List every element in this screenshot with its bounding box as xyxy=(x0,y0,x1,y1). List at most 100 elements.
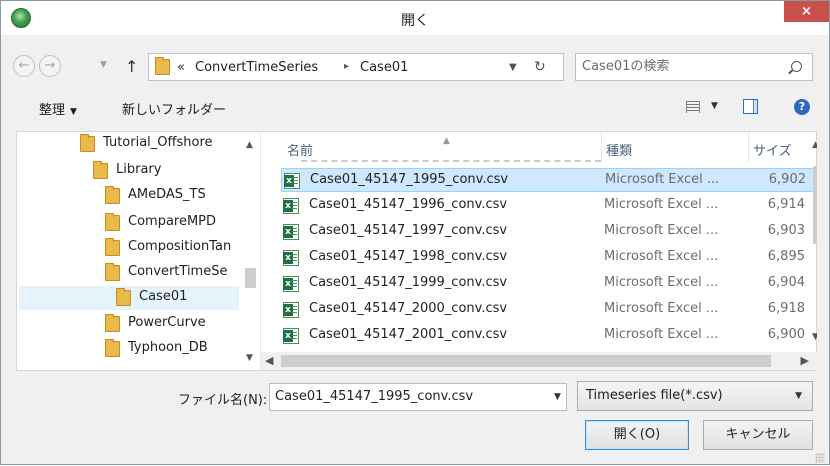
title-bar: 開く × xyxy=(1,1,829,35)
tree-item-label: ConvertTimeSe xyxy=(128,264,228,279)
folder-icon xyxy=(105,186,120,204)
navigation-pane: Tutorial_Offshore Library AMeDAS_TS Comp… xyxy=(17,132,260,370)
tree-item-tutorial-offshore[interactable]: Tutorial_Offshore xyxy=(80,132,240,156)
folder-icon xyxy=(80,134,95,152)
chevron-up-icon[interactable]: ▲ xyxy=(812,140,817,150)
scrollbar-thumb[interactable] xyxy=(245,268,256,288)
file-name: Case01_45147_2000_conv.csv xyxy=(309,301,508,316)
cancel-button[interactable]: キャンセル xyxy=(703,420,813,450)
chevron-down-icon[interactable]: ▼ xyxy=(246,353,253,363)
breadcrumb-case01[interactable]: Case01 xyxy=(360,60,408,75)
file-name: Case01_45147_1999_conv.csv xyxy=(309,275,508,290)
column-header-name[interactable]: 名前 xyxy=(287,140,313,159)
excel-file-icon xyxy=(283,328,299,344)
resize-grip[interactable] xyxy=(815,453,825,463)
chevron-left-icon[interactable]: ◀ xyxy=(265,354,273,367)
column-header-size[interactable]: サイズ xyxy=(753,140,792,159)
file-row[interactable]: Case01_45147_2000_conv.csv Microsoft Exc… xyxy=(281,298,815,322)
back-button[interactable]: ← xyxy=(13,55,35,77)
file-type: Microsoft Excel ... xyxy=(604,249,719,264)
organize-button[interactable]: 整理 ▼ xyxy=(39,99,77,118)
file-type: Microsoft Excel ... xyxy=(604,197,719,212)
file-type: Microsoft Excel ... xyxy=(604,301,719,316)
excel-file-icon xyxy=(283,198,299,214)
chevron-right-icon[interactable]: ▶ xyxy=(801,354,809,367)
chevron-up-icon[interactable]: ▲ xyxy=(246,140,253,150)
file-name: Case01_45147_1995_conv.csv xyxy=(310,172,509,187)
file-row[interactable]: Case01_45147_1995_conv.csv Microsoft Exc… xyxy=(281,168,815,192)
open-button[interactable]: 開く(O) xyxy=(585,420,689,450)
tree-item-amedas-ts[interactable]: AMeDAS_TS xyxy=(105,184,240,208)
up-folder-button[interactable]: ↑ xyxy=(125,57,138,76)
file-row[interactable]: Case01_45147_1997_conv.csv Microsoft Exc… xyxy=(281,220,815,244)
chevron-down-icon[interactable]: ▼ xyxy=(812,332,817,342)
search-icon[interactable] xyxy=(791,61,802,72)
tree-item-library[interactable]: Library xyxy=(93,159,240,183)
organize-label: 整理 xyxy=(39,103,66,118)
column-divider[interactable] xyxy=(748,132,749,162)
tree-item-label: PowerCurve xyxy=(128,315,206,330)
search-input[interactable] xyxy=(582,59,772,74)
chevron-down-icon[interactable]: ▼ xyxy=(554,392,561,402)
file-type: Microsoft Excel ... xyxy=(604,275,719,290)
browser-panes: Tutorial_Offshore Library AMeDAS_TS Comp… xyxy=(16,131,817,371)
tree-item-converttimese[interactable]: ConvertTimeSe xyxy=(105,261,242,285)
file-list-vertical-scrollbar[interactable]: ▲ ▼ xyxy=(812,132,817,350)
file-row[interactable]: Case01_45147_1998_conv.csv Microsoft Exc… xyxy=(281,246,815,270)
file-type-filter[interactable]: Timeseries file(*.csv) ▼ xyxy=(577,381,813,411)
excel-file-icon xyxy=(283,276,299,292)
folder-icon xyxy=(116,288,131,306)
file-size: 6,895 xyxy=(767,249,805,264)
file-row[interactable]: Case01_45147_1996_conv.csv Microsoft Exc… xyxy=(281,194,815,218)
help-icon[interactable]: ? xyxy=(794,99,810,115)
column-header-type[interactable]: 種類 xyxy=(606,140,632,159)
breadcrumb-overflow[interactable]: « xyxy=(177,60,185,75)
file-row[interactable]: Case01_45147_1999_conv.csv Microsoft Exc… xyxy=(281,272,815,296)
folder-icon xyxy=(105,314,120,332)
address-bar[interactable]: « ConvertTimeSeries ▸ Case01 ▼ ↻ xyxy=(148,53,564,81)
excel-file-icon xyxy=(283,302,299,318)
breadcrumb-converttimeseries[interactable]: ConvertTimeSeries xyxy=(195,60,318,75)
chevron-down-icon: ▼ xyxy=(70,107,77,117)
tree-item-label: AMeDAS_TS xyxy=(128,187,206,202)
excel-file-icon xyxy=(284,173,300,189)
filename-label: ファイル名(N): xyxy=(178,393,268,408)
chevron-down-icon[interactable]: ▼ xyxy=(711,101,718,111)
recent-locations-dropdown[interactable]: ▼ xyxy=(100,60,107,70)
breadcrumb-separator[interactable]: ▸ xyxy=(344,61,349,72)
navigation-scrollbar[interactable]: ▲ ▼ xyxy=(242,132,259,370)
refresh-icon[interactable]: ↻ xyxy=(534,59,546,75)
tree-item-label: CompareMPD xyxy=(128,214,217,229)
filename-combobox[interactable]: ▼ xyxy=(269,383,567,411)
dialog-footer: ファイル名(N): ▼ Timeseries file(*.csv) ▼ 開く(… xyxy=(1,376,829,466)
scrollbar-thumb[interactable] xyxy=(813,166,817,244)
tree-item-label: Library xyxy=(116,162,162,177)
search-box[interactable] xyxy=(575,53,813,81)
tree-item-label: Typhoon_DB xyxy=(128,340,208,355)
window-title: 開く xyxy=(401,13,429,29)
tree-item-compositiontan[interactable]: CompositionTan xyxy=(105,236,242,260)
tree-item-case01[interactable]: Case01 xyxy=(19,286,239,310)
view-options-icon[interactable] xyxy=(686,101,700,113)
file-name: Case01_45147_1997_conv.csv xyxy=(309,223,508,238)
file-type: Microsoft Excel ... xyxy=(604,223,719,238)
forward-button[interactable]: → xyxy=(39,55,61,77)
tree-item-comparempd[interactable]: CompareMPD xyxy=(105,211,240,235)
scrollbar-thumb[interactable] xyxy=(281,355,771,367)
tree-item-label: Case01 xyxy=(139,289,188,304)
tree-item-powercurve[interactable]: PowerCurve xyxy=(105,312,240,336)
new-folder-button[interactable]: 新しいフォルダー xyxy=(122,99,226,118)
file-list: 名前 ▲ 種類 サイズ Case01_45147_1995_conv.csv M… xyxy=(261,132,817,370)
file-type: Microsoft Excel ... xyxy=(605,172,720,187)
folder-icon xyxy=(93,161,108,179)
file-list-horizontal-scrollbar[interactable]: ◀ ▶ xyxy=(261,352,817,370)
tree-item-typhoon-db[interactable]: Typhoon_DB xyxy=(105,337,240,361)
close-button[interactable]: × xyxy=(784,1,829,22)
preview-pane-icon[interactable] xyxy=(743,99,758,114)
file-row[interactable]: Case01_45147_2001_conv.csv Microsoft Exc… xyxy=(281,324,815,348)
filename-input[interactable] xyxy=(275,389,535,404)
file-name: Case01_45147_1998_conv.csv xyxy=(309,249,508,264)
chevron-down-icon[interactable]: ▼ xyxy=(509,62,517,73)
column-divider[interactable] xyxy=(601,132,602,162)
file-name: Case01_45147_2001_conv.csv xyxy=(309,327,508,342)
